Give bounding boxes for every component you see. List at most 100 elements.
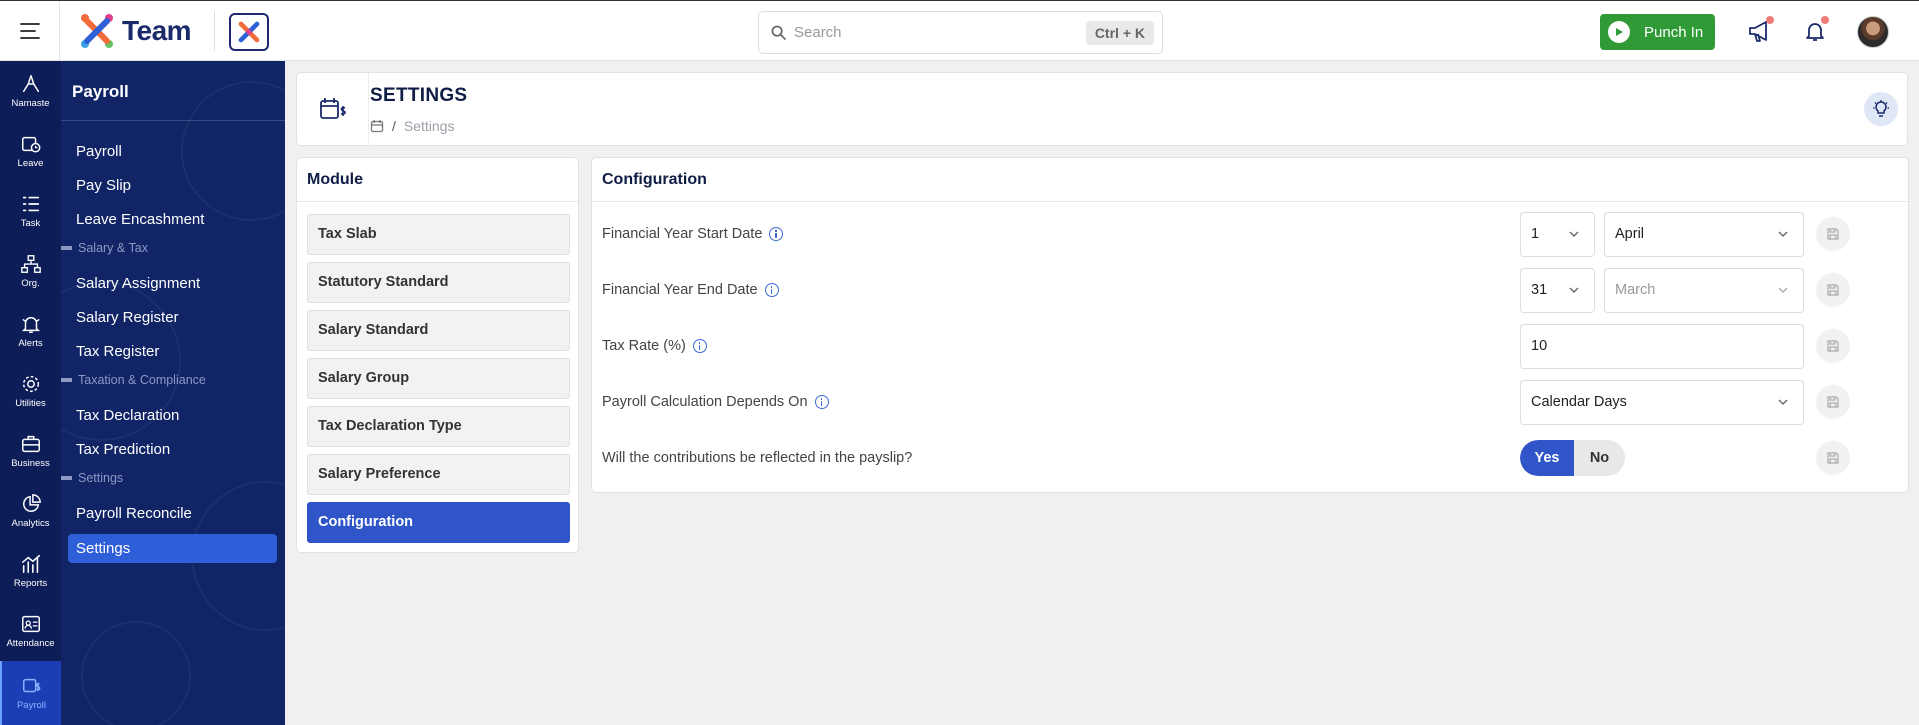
sidebar-item-salary-assignment[interactable]: Salary Assignment (76, 275, 200, 292)
sidebar-group-salary-tax: Salary & Tax (61, 241, 148, 255)
paisley-decor (181, 81, 285, 221)
user-avatar[interactable] (1857, 16, 1889, 48)
rail-label: Alerts (18, 338, 43, 349)
save-fy-end-button[interactable] (1816, 273, 1850, 307)
rail-item-analytics[interactable]: Analytics (0, 481, 61, 541)
sidebar-group-settings: Settings (61, 471, 123, 485)
fy-end-row-label: Financial Year End Date (602, 282, 779, 298)
announcements-button[interactable] (1744, 15, 1776, 47)
fy-start-month-select[interactable]: April (1604, 212, 1804, 257)
org-logo[interactable] (229, 13, 269, 51)
module-item-tax-declaration-type[interactable]: Tax Declaration Type (307, 406, 570, 447)
chevron-down-icon (1778, 231, 1788, 237)
module-item-statutory-standard[interactable]: Statutory Standard (307, 262, 570, 303)
punch-in-button[interactable]: Punch In (1600, 14, 1715, 50)
app-rail: Namaste Leave Task Org. Alerts Utilities… (0, 61, 61, 725)
calc-row-label: Payroll Calculation Depends On (602, 394, 829, 410)
org-mark-icon (238, 21, 260, 43)
module-item-salary-group[interactable]: Salary Group (307, 358, 570, 399)
chevron-down-icon (1569, 231, 1579, 237)
info-icon[interactable] (764, 283, 779, 297)
save-calc-basis-button[interactable] (1816, 385, 1850, 419)
page-header: SETTINGS / Settings (296, 72, 1908, 146)
rail-label: Payroll (16, 700, 47, 711)
brand-mark-icon (81, 14, 113, 48)
sidebar-item-payroll[interactable]: Payroll (76, 143, 122, 160)
module-item-salary-preference[interactable]: Salary Preference (307, 454, 570, 495)
fy-end-day-select[interactable]: 31 (1520, 268, 1595, 313)
fy-end-month-value: March (1615, 282, 1656, 298)
save-tax-rate-button[interactable] (1816, 329, 1850, 363)
brand-name: Team (122, 15, 192, 46)
payroll-icon (22, 678, 40, 693)
save-icon (1827, 396, 1839, 408)
rail-item-business[interactable]: Business (0, 421, 61, 481)
paisley-decor (81, 621, 191, 725)
breadcrumb-current: Settings (403, 118, 455, 134)
save-icon (1827, 284, 1839, 296)
fy-end-label: Financial Year End Date (602, 282, 758, 298)
menu-toggle-button[interactable] (0, 1, 60, 61)
configuration-title: Configuration (592, 158, 1908, 202)
sidebar-item-tax-declaration[interactable]: Tax Declaration (76, 407, 179, 424)
save-contrib-button[interactable] (1816, 441, 1850, 475)
module-item-salary-standard[interactable]: Salary Standard (307, 310, 570, 351)
rail-item-payroll[interactable]: Payroll (0, 661, 61, 725)
rail-item-namaste[interactable]: Namaste (0, 61, 61, 121)
save-fy-start-button[interactable] (1816, 217, 1850, 251)
rail-label: Business (11, 458, 50, 469)
rail-item-org[interactable]: Org. (0, 241, 61, 301)
play-icon (1608, 21, 1630, 43)
brand-logo[interactable]: Team (76, 9, 192, 53)
fy-start-day-select[interactable]: 1 (1520, 212, 1595, 257)
rail-label: Utilities (15, 398, 46, 409)
sidebar-title: Payroll (72, 82, 129, 101)
rail-item-alerts[interactable]: Alerts (0, 301, 61, 361)
briefcase-icon (21, 435, 40, 453)
rail-label: Leave (17, 158, 44, 169)
sidebar-item-settings[interactable]: Settings (68, 534, 277, 563)
namaste-icon (22, 75, 39, 93)
info-icon[interactable] (814, 395, 829, 409)
calendar-icon[interactable] (370, 119, 384, 133)
rail-item-reports[interactable]: Reports (0, 541, 61, 601)
notifications-button[interactable] (1799, 15, 1831, 47)
sidebar-group-taxation: Taxation & Compliance (61, 373, 206, 387)
module-item-configuration[interactable]: Configuration (307, 502, 570, 543)
tax-rate-input[interactable]: 10 (1520, 324, 1804, 369)
module-card: Module Tax Slab Statutory Standard Salar… (296, 157, 579, 553)
configuration-card: Configuration Financial Year Start Date … (591, 157, 1909, 493)
bar-chart-icon (21, 554, 40, 574)
contrib-toggle[interactable]: Yes No (1520, 440, 1625, 476)
rail-item-task[interactable]: Task (0, 181, 61, 241)
info-icon[interactable] (769, 227, 784, 241)
sidebar-item-salary-register[interactable]: Salary Register (76, 309, 179, 326)
fy-end-month-select: March (1604, 268, 1804, 313)
pie-chart-icon (22, 494, 41, 512)
toggle-no[interactable]: No (1574, 440, 1625, 476)
notification-dot (1766, 16, 1774, 24)
sidebar-item-payroll-reconcile[interactable]: Payroll Reconcile (76, 505, 192, 522)
sidebar-item-leave-encashment[interactable]: Leave Encashment (76, 211, 204, 228)
sidebar-item-tax-prediction[interactable]: Tax Prediction (76, 441, 170, 458)
module-item-tax-slab[interactable]: Tax Slab (307, 214, 570, 255)
calc-basis-value: Calendar Days (1531, 394, 1627, 410)
rail-item-attendance[interactable]: Attendance (0, 601, 61, 661)
rail-item-leave[interactable]: Leave (0, 121, 61, 181)
calc-basis-select[interactable]: Calendar Days (1520, 380, 1804, 425)
info-icon[interactable] (692, 339, 707, 353)
tips-button[interactable] (1864, 92, 1898, 126)
search-box[interactable]: Search Ctrl + K (758, 11, 1163, 54)
search-input[interactable]: Search (794, 24, 1086, 41)
bell-alert-icon (21, 316, 40, 333)
rail-item-utilities[interactable]: Utilities (0, 361, 61, 421)
calendar-clock-icon (21, 136, 40, 153)
save-icon (1827, 228, 1839, 240)
sidebar-item-tax-register[interactable]: Tax Register (76, 343, 159, 360)
rail-label: Attendance (6, 638, 55, 649)
attendance-icon (21, 615, 40, 633)
rail-label: Task (20, 218, 41, 229)
toggle-yes[interactable]: Yes (1520, 440, 1574, 476)
fy-start-day-value: 1 (1531, 226, 1540, 242)
sidebar-item-pay-slip[interactable]: Pay Slip (76, 177, 131, 194)
